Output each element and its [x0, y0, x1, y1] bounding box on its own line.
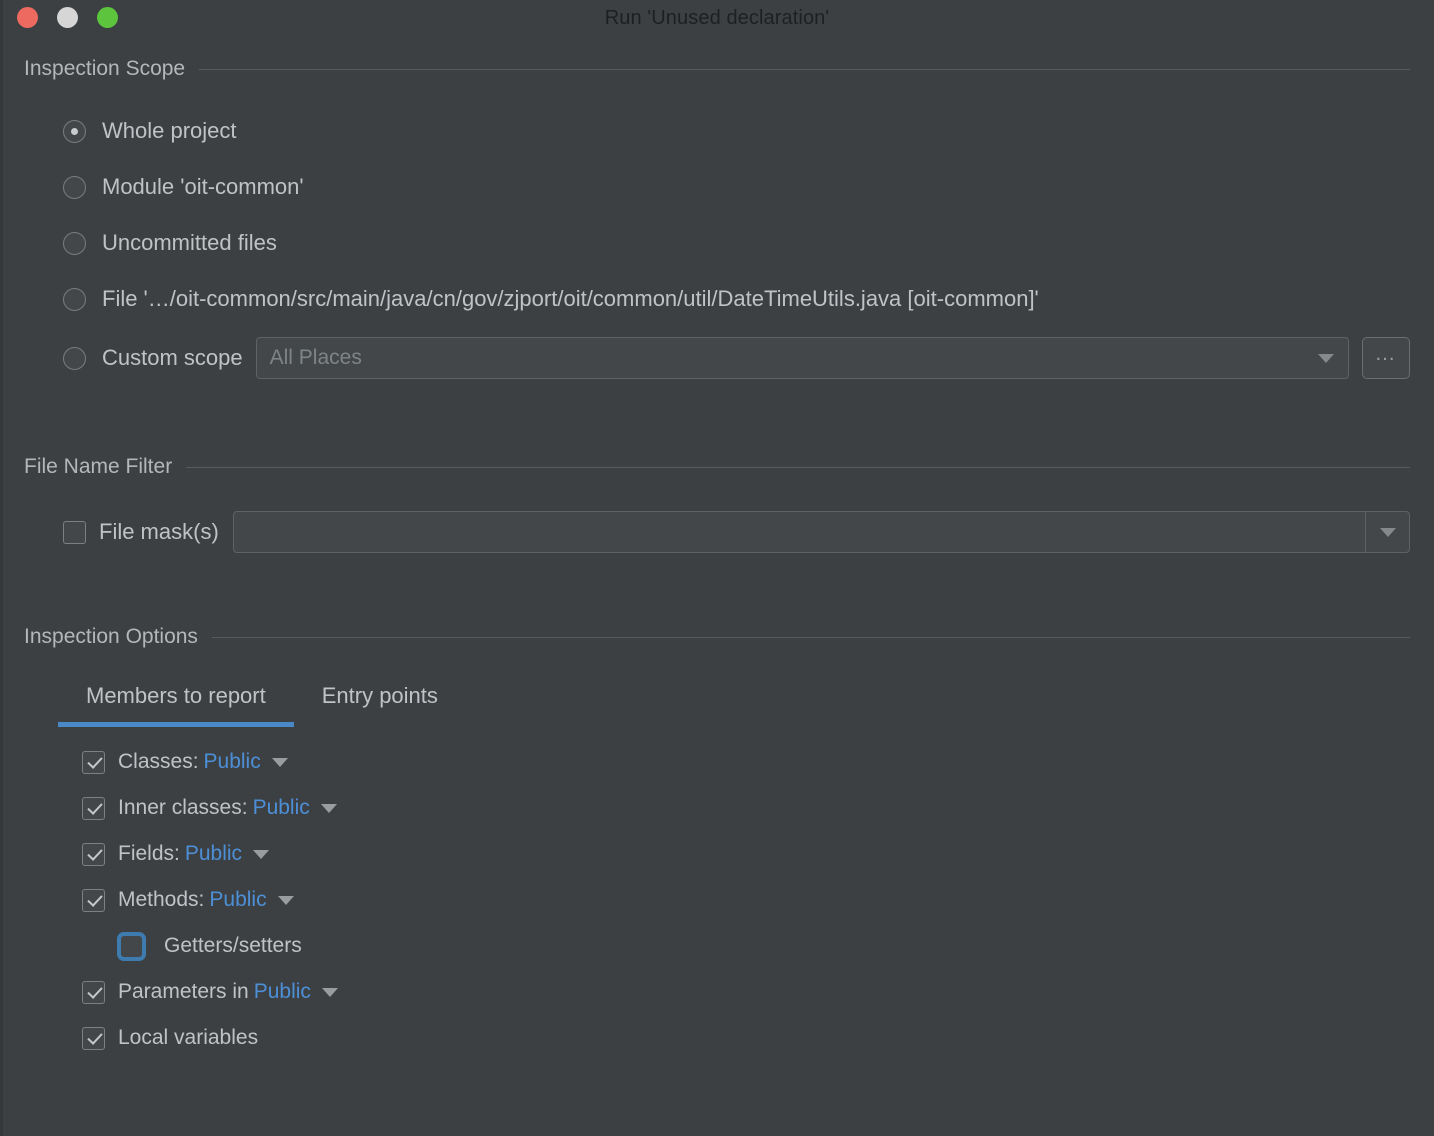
scope-option-label: Custom scope [102, 345, 243, 370]
classes-checkbox[interactable] [82, 750, 105, 774]
close-button[interactable] [17, 7, 38, 28]
local-variables-label: Local variables [118, 1026, 259, 1049]
radio-icon[interactable] [63, 119, 86, 143]
file-mask-label: File mask(s) [99, 519, 219, 544]
window-title: Run 'Unused declaration' [604, 6, 830, 29]
title-bar: Run 'Unused declaration' [0, 0, 1434, 36]
member-row-classes: Classes: Public [0, 739, 1434, 785]
fields-chevron-down-icon[interactable] [253, 849, 270, 859]
inner-classes-chevron-down-icon[interactable] [320, 803, 337, 813]
file-name-filter-header: File Name Filter [0, 455, 1434, 479]
getters-setters-checkbox[interactable] [120, 934, 143, 958]
getters-setters-label: Getters/setters [164, 934, 302, 957]
scope-option-label: File '…/oit-common/src/main/java/cn/gov/… [102, 286, 1039, 311]
scope-option-custom-scope-row: Custom scope All Places … [0, 327, 1434, 389]
scope-option-uncommitted-files[interactable]: Uncommitted files [0, 215, 1434, 271]
methods-checkbox[interactable] [82, 888, 105, 912]
inspection-options-title: Inspection Options [24, 625, 198, 648]
tab-members-to-report[interactable]: Members to report [58, 677, 294, 727]
minimize-button[interactable] [57, 7, 78, 28]
section-divider [199, 68, 1410, 70]
traffic-light-group [17, 7, 118, 28]
fields-label: Fields: [118, 842, 180, 865]
member-row-inner-classes: Inner classes: Public [0, 785, 1434, 831]
local-variables-checkbox[interactable] [82, 1026, 105, 1050]
classes-chevron-down-icon[interactable] [271, 757, 288, 767]
dialog-window: Run 'Unused declaration' Inspection Scop… [0, 0, 1434, 1136]
members-to-report-list: Classes: Public Inner classes: Public Fi… [0, 727, 1434, 1061]
scope-option-module[interactable]: Module 'oit-common' [0, 159, 1434, 215]
file-name-filter-title: File Name Filter [24, 455, 173, 478]
browse-scope-button[interactable]: … [1362, 337, 1410, 379]
inspection-scope-header: Inspection Scope [0, 57, 1434, 81]
scope-option-file[interactable]: File '…/oit-common/src/main/java/cn/gov/… [0, 271, 1434, 327]
parameters-label: Parameters in [118, 980, 249, 1003]
file-mask-chevron-down-icon[interactable] [1365, 512, 1409, 552]
window-left-edge [0, 0, 3, 1136]
member-row-parameters: Parameters in Public [0, 969, 1434, 1015]
parameters-chevron-down-icon[interactable] [321, 987, 338, 997]
file-mask-checkbox[interactable] [63, 520, 86, 544]
inner-classes-label: Inner classes: [118, 796, 248, 819]
radio-icon[interactable] [63, 231, 86, 255]
parameters-checkbox[interactable] [82, 980, 105, 1004]
fields-checkbox[interactable] [82, 842, 105, 866]
inspection-scope-title: Inspection Scope [24, 57, 186, 80]
scope-option-label: Whole project [102, 118, 237, 143]
tab-entry-points[interactable]: Entry points [294, 677, 466, 727]
fields-visibility-value[interactable]: Public [185, 842, 242, 866]
section-divider [211, 636, 1410, 638]
inspection-options-tabs: Members to report Entry points [0, 677, 1434, 727]
member-row-local-variables: Local variables [0, 1015, 1434, 1061]
classes-label: Classes: [118, 750, 199, 773]
methods-label: Methods: [118, 888, 205, 911]
inner-classes-visibility-value[interactable]: Public [253, 796, 310, 820]
parameters-visibility-value[interactable]: Public [254, 980, 311, 1004]
scope-option-label: Module 'oit-common' [102, 174, 304, 199]
custom-scope-value: All Places [269, 346, 362, 369]
radio-icon[interactable] [63, 175, 86, 199]
member-row-methods: Methods: Public [0, 877, 1434, 923]
member-row-getters-setters: Getters/setters [0, 923, 1434, 969]
methods-chevron-down-icon[interactable] [277, 895, 294, 905]
section-divider [186, 466, 1410, 468]
radio-icon[interactable] [63, 346, 86, 370]
inner-classes-checkbox[interactable] [82, 796, 105, 820]
radio-icon[interactable] [63, 287, 86, 311]
methods-visibility-value[interactable]: Public [209, 888, 266, 912]
file-mask-field[interactable] [232, 511, 1410, 553]
member-row-fields: Fields: Public [0, 831, 1434, 877]
inspection-scope-options: Whole project Module 'oit-common' Uncomm… [0, 81, 1434, 389]
classes-visibility-value[interactable]: Public [204, 750, 261, 774]
chevron-down-icon[interactable] [1304, 338, 1348, 378]
scope-option-label: Uncommitted files [102, 230, 277, 255]
custom-scope-combobox[interactable]: All Places [255, 337, 1349, 379]
zoom-button[interactable] [97, 7, 118, 28]
file-mask-row: File mask(s) [0, 501, 1434, 563]
file-mask-input[interactable] [233, 512, 1365, 552]
inspection-options-header: Inspection Options [0, 625, 1434, 649]
scope-option-whole-project[interactable]: Whole project [0, 103, 1434, 159]
